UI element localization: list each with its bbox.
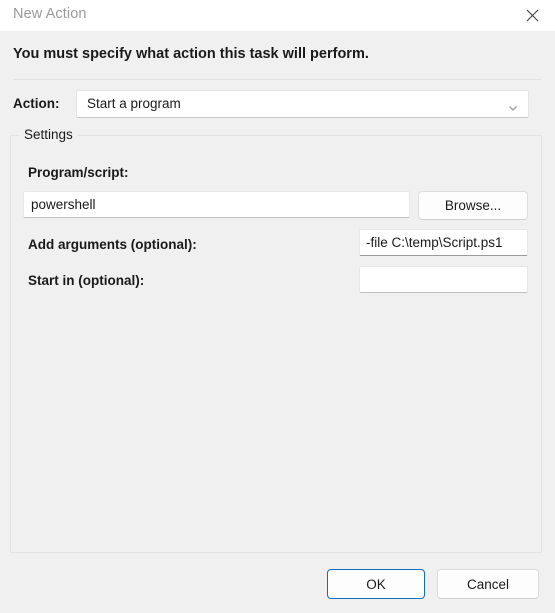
start-in-label: Start in (optional):	[28, 273, 145, 288]
chevron-down-icon	[507, 100, 519, 111]
cancel-button[interactable]: Cancel	[437, 569, 539, 599]
action-label: Action:	[13, 96, 60, 111]
instruction-text: You must specify what action this task w…	[13, 46, 369, 62]
settings-legend: Settings	[19, 127, 78, 142]
ok-button[interactable]: OK	[327, 569, 425, 599]
program-script-input[interactable]	[23, 191, 410, 218]
header-separator	[13, 79, 542, 80]
add-arguments-label: Add arguments (optional):	[28, 237, 197, 252]
new-action-dialog: New Action You must specify what action …	[0, 0, 555, 613]
program-script-label: Program/script:	[28, 165, 129, 180]
start-in-input[interactable]	[359, 266, 528, 293]
close-icon	[526, 9, 539, 22]
action-dropdown-value: Start a program	[87, 96, 181, 111]
action-dropdown[interactable]: Start a program	[76, 90, 529, 118]
window-title: New Action	[13, 6, 87, 22]
close-button[interactable]	[509, 0, 555, 31]
browse-button[interactable]: Browse...	[418, 191, 528, 220]
title-bar: New Action	[0, 0, 555, 31]
add-arguments-input[interactable]	[359, 229, 528, 256]
